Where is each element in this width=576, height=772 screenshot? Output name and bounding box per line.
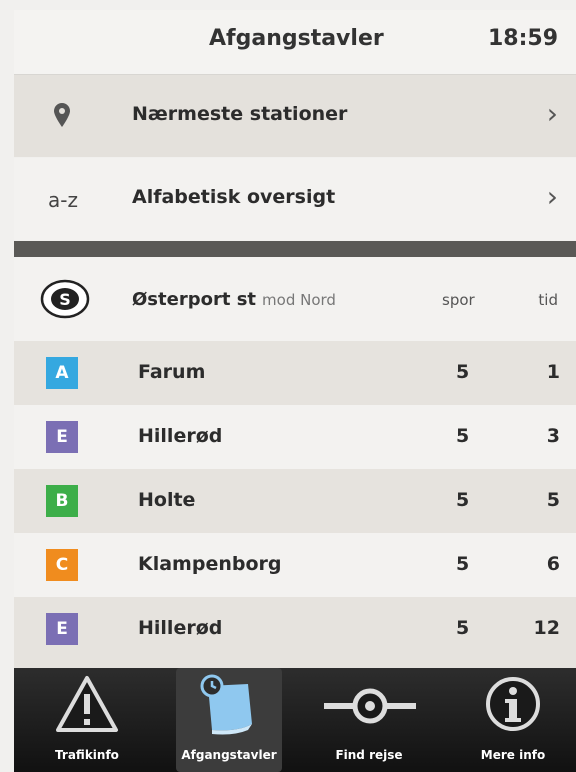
departure-row[interactable]: B Holte 5 5 xyxy=(14,469,576,533)
tab-label: Trafikinfo xyxy=(55,748,119,762)
tab-label: Afgangstavler xyxy=(181,748,277,762)
header: Afgangstavler 18:59 xyxy=(14,10,576,75)
destination: Holte xyxy=(138,489,196,511)
nearest-stations-row[interactable]: Nærmeste stationer › xyxy=(14,75,576,157)
a-z-icon: a-z xyxy=(48,188,78,212)
destination: Hillerød xyxy=(138,617,223,639)
tab-bar: Trafikinfo Afgangstavler Find rejse Mere… xyxy=(14,668,576,772)
track: 5 xyxy=(456,425,470,447)
chevron-right-icon: › xyxy=(546,97,558,130)
destination: Klampenborg xyxy=(138,553,282,575)
departure-board-icon xyxy=(198,674,262,742)
tab-label: Find rejse xyxy=(335,748,403,762)
minutes: 3 xyxy=(546,425,560,447)
line-badge: E xyxy=(46,421,78,453)
destination: Farum xyxy=(138,361,206,383)
station-name: Østerport st mod Nord xyxy=(132,289,336,310)
info-icon xyxy=(483,674,543,738)
tab-find-rejse[interactable]: Find rejse xyxy=(314,668,424,772)
station-header: S Østerport st mod Nord spor tid xyxy=(14,257,576,341)
departure-row[interactable]: E Hillerød 5 3 xyxy=(14,405,576,469)
minutes: 12 xyxy=(533,617,560,639)
page-title: Afgangstavler xyxy=(209,26,384,51)
chevron-right-icon: › xyxy=(546,180,558,213)
tab-afgangstavler[interactable]: Afgangstavler xyxy=(176,668,282,772)
location-pin-icon xyxy=(54,103,70,131)
track: 5 xyxy=(456,617,470,639)
line-badge: C xyxy=(46,549,78,581)
nearest-stations-label: Nærmeste stationer xyxy=(132,103,348,125)
line-badge: A xyxy=(46,357,78,389)
warning-triangle-icon xyxy=(54,674,120,738)
clock: 18:59 xyxy=(487,26,558,51)
minutes: 6 xyxy=(546,553,560,575)
s-train-icon: S xyxy=(40,279,90,323)
track: 5 xyxy=(456,553,470,575)
alphabetical-overview-row[interactable]: a-z Alfabetisk oversigt › xyxy=(14,158,576,240)
route-icon xyxy=(322,686,418,730)
minutes: 1 xyxy=(546,361,560,383)
column-header-spor: spor xyxy=(442,291,475,309)
svg-text:S: S xyxy=(59,290,71,309)
direction-label: mod Nord xyxy=(262,291,336,309)
column-header-tid: tid xyxy=(538,291,558,309)
departure-row[interactable]: A Farum 5 1 xyxy=(14,341,576,405)
departure-row[interactable]: C Klampenborg 5 6 xyxy=(14,533,576,597)
tab-label: Mere info xyxy=(480,748,546,762)
tab-trafikinfo[interactable]: Trafikinfo xyxy=(32,668,142,772)
minutes: 5 xyxy=(546,489,560,511)
track: 5 xyxy=(456,489,470,511)
alphabetical-overview-label: Alfabetisk oversigt xyxy=(132,186,336,208)
tab-mere-info[interactable]: Mere info xyxy=(458,668,568,772)
line-badge: E xyxy=(46,613,78,645)
destination: Hillerød xyxy=(138,425,223,447)
departure-row[interactable]: E Hillerød 5 12 xyxy=(14,597,576,668)
track: 5 xyxy=(456,361,470,383)
line-badge: B xyxy=(46,485,78,517)
divider xyxy=(14,241,576,257)
